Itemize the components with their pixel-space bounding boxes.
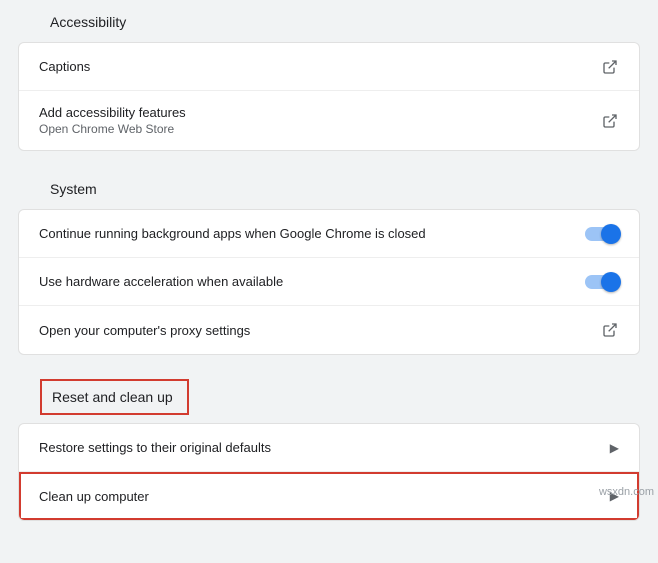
row-captions[interactable]: Captions xyxy=(19,43,639,91)
external-link-icon xyxy=(601,321,619,339)
toggle-background-apps[interactable] xyxy=(585,227,619,241)
label-proxy-settings: Open your computer's proxy settings xyxy=(39,323,250,338)
row-proxy-settings[interactable]: Open your computer's proxy settings xyxy=(19,306,639,354)
chevron-right-icon: ▶ xyxy=(610,441,619,455)
external-link-icon xyxy=(601,112,619,130)
row-restore-defaults[interactable]: Restore settings to their original defau… xyxy=(19,424,639,472)
row-background-apps[interactable]: Continue running background apps when Go… xyxy=(19,210,639,258)
section-title-accessibility: Accessibility xyxy=(18,8,640,42)
section-system: System Continue running background apps … xyxy=(18,175,640,355)
label-restore-defaults: Restore settings to their original defau… xyxy=(39,440,271,455)
section-title-system: System xyxy=(18,175,640,209)
label-add-accessibility: Add accessibility features xyxy=(39,105,186,120)
section-title-reset: Reset and clean up xyxy=(40,379,189,415)
label-hardware-accel: Use hardware acceleration when available xyxy=(39,274,283,289)
card-system: Continue running background apps when Go… xyxy=(18,209,640,355)
row-add-accessibility[interactable]: Add accessibility features Open Chrome W… xyxy=(19,91,639,150)
row-hardware-accel[interactable]: Use hardware acceleration when available xyxy=(19,258,639,306)
external-link-icon xyxy=(601,58,619,76)
watermark: wsxdn.com xyxy=(599,486,654,498)
card-accessibility: Captions Add accessibility features Open… xyxy=(18,42,640,151)
row-clean-up-computer[interactable]: Clean up computer ▶ xyxy=(19,472,639,520)
section-reset: Reset and clean up Restore settings to t… xyxy=(18,379,640,521)
label-background-apps: Continue running background apps when Go… xyxy=(39,226,426,241)
label-clean-up-computer: Clean up computer xyxy=(39,489,149,504)
label-captions: Captions xyxy=(39,59,90,74)
card-reset: Restore settings to their original defau… xyxy=(18,423,640,521)
section-accessibility: Accessibility Captions Add accessibility… xyxy=(18,8,640,151)
toggle-hardware-accel[interactable] xyxy=(585,275,619,289)
sub-add-accessibility: Open Chrome Web Store xyxy=(39,122,186,136)
